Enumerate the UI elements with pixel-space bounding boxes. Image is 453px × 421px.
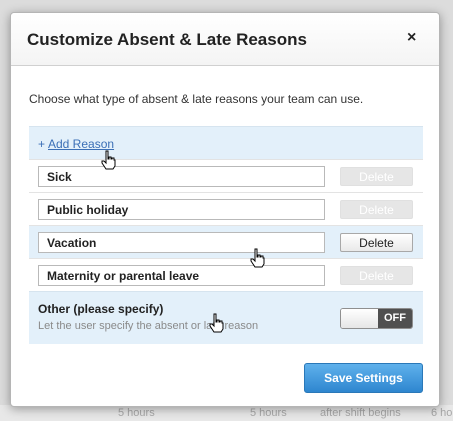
reason-field[interactable]: Maternity or parental leave bbox=[38, 265, 325, 286]
other-reason-row: Other (please specify) Let the user spec… bbox=[29, 291, 423, 344]
delete-button: Delete bbox=[340, 200, 413, 219]
delete-button[interactable]: Delete bbox=[340, 233, 413, 252]
delete-button: Delete bbox=[340, 266, 413, 285]
toggle-knob bbox=[341, 309, 378, 328]
delete-button: Delete bbox=[340, 167, 413, 186]
reason-row-vacation: Vacation Delete bbox=[29, 225, 423, 259]
background-cell: 6 ho bbox=[431, 407, 453, 419]
save-settings-button[interactable]: Save Settings bbox=[304, 363, 423, 393]
toggle-state: OFF bbox=[378, 309, 412, 328]
background-table-row: 5 hours 5 hours after shift begins 6 ho bbox=[0, 405, 453, 421]
reason-row-sick: Sick Delete bbox=[29, 159, 423, 193]
other-reason-title: Other (please specify) bbox=[38, 302, 164, 316]
reason-field[interactable]: Sick bbox=[38, 166, 325, 187]
background-cell: 5 hours bbox=[250, 407, 287, 419]
close-icon[interactable]: × bbox=[407, 29, 416, 47]
dialog-header: Customize Absent & Late Reasons × bbox=[11, 13, 439, 66]
reason-row-public-holiday: Public holiday Delete bbox=[29, 192, 423, 226]
dialog-title: Customize Absent & Late Reasons bbox=[27, 30, 307, 49]
background-cell: 5 hours bbox=[118, 407, 155, 419]
dialog-description: Choose what type of absent & late reason… bbox=[29, 92, 364, 106]
add-reason-row: + Add Reason bbox=[29, 126, 423, 160]
plus-icon: + bbox=[38, 137, 46, 151]
customize-reasons-dialog: Customize Absent & Late Reasons × Choose… bbox=[10, 12, 440, 407]
other-reason-subtitle: Let the user specify the absent or late … bbox=[38, 320, 259, 332]
reason-field[interactable]: Public holiday bbox=[38, 199, 325, 220]
background-cell: after shift begins bbox=[320, 407, 401, 419]
reason-row-maternity-leave: Maternity or parental leave Delete bbox=[29, 258, 423, 292]
other-reason-toggle[interactable]: OFF bbox=[340, 308, 413, 329]
reason-field[interactable]: Vacation bbox=[38, 232, 325, 253]
add-reason-link[interactable]: Add Reason bbox=[48, 137, 114, 151]
